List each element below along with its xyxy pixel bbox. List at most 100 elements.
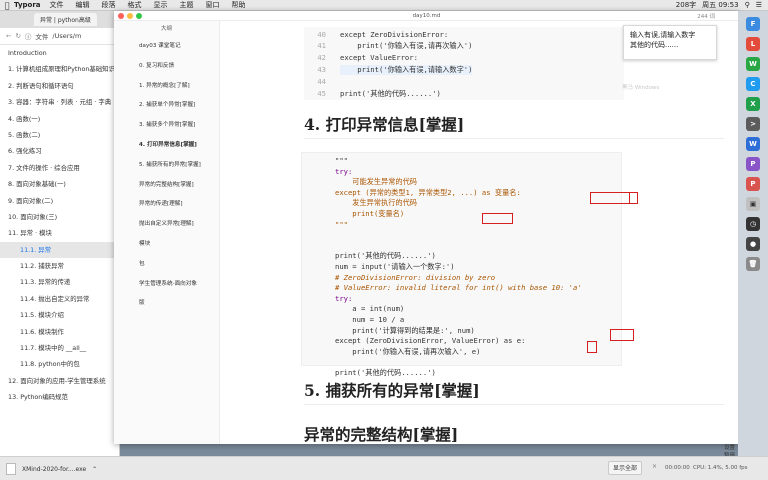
cpu-readout: CPU: 1.4%, 5.00 fps <box>693 465 748 471</box>
reload-icon[interactable]: ↻ <box>15 32 20 40</box>
toc-item[interactable]: 12. 面向对象的应用-学生管理系统 <box>0 373 119 389</box>
word-count[interactable]: 244 词 <box>697 12 715 20</box>
chevron-up-icon[interactable]: ⌃ <box>92 466 97 473</box>
toc-item[interactable]: 11.3. 异常的传递 <box>0 274 119 290</box>
heading-catch-all[interactable]: 5. 捕获所有的异常[掌握] <box>304 379 480 401</box>
code-line: except ZeroDivisionError: <box>340 30 449 39</box>
menu-theme[interactable]: 主题 <box>180 0 194 10</box>
toc-item[interactable]: 11. 异常 · 模块 <box>0 225 119 241</box>
outline-item[interactable]: 版 <box>114 294 219 314</box>
heading-full-structure[interactable]: 异常的完整结构[掌握] <box>304 423 458 444</box>
code-line: # ZeroDivisionError: division by zero <box>335 272 496 282</box>
chrome-icon[interactable]: C <box>746 77 760 91</box>
finder-icon[interactable]: F <box>746 17 760 31</box>
overlay-tooltip: 输入有误,请输入数字 其他的代码...... <box>623 25 717 60</box>
toc-item[interactable]: 11.8. python中的包 <box>0 356 119 372</box>
outline-item[interactable]: 1. 异常的概念[了解] <box>114 77 219 97</box>
toc-item[interactable]: 5. 函数(二) <box>0 127 119 143</box>
outline-item[interactable]: 2. 捕获单个异常[掌握] <box>114 96 219 116</box>
clock-app-icon[interactable]: ◷ <box>746 217 760 231</box>
toc-item[interactable]: 11.6. 模块制作 <box>0 324 119 340</box>
trash-icon[interactable]: 🗑 <box>746 257 760 271</box>
toc-item[interactable]: 4. 函数(一) <box>0 111 119 127</box>
toc-item[interactable]: 3. 容器：字符串 · 列表 · 元组 · 字典 <box>0 94 119 110</box>
menu-paragraph[interactable]: 段落 <box>102 0 116 10</box>
recording-time: 00:00:00 <box>665 465 690 471</box>
code-line: # ValueError: invalid literal for int() … <box>335 283 582 293</box>
code-line: except (异常的类型1, 异常类型2, ...) as 变量名: <box>335 187 521 197</box>
app-menu[interactable]: Typora <box>14 1 41 9</box>
tooltip-line: 其他的代码...... <box>630 41 679 49</box>
toc-item[interactable]: 11.2. 捕获异常 <box>0 258 119 274</box>
back-icon[interactable]: ← <box>6 32 11 40</box>
heading-divider <box>304 138 724 139</box>
outline-item[interactable]: 包 <box>114 255 219 275</box>
toc-item[interactable]: 1. 计算机组成原理和Python基础知识 <box>0 61 119 77</box>
toc-item[interactable]: 11.1. 异常 <box>0 241 119 259</box>
code-line: num = input('请输入一个数字:') <box>335 262 455 271</box>
outline-item[interactable]: 3. 捕获多个异常[掌握] <box>114 116 219 136</box>
download-bar: XMind-2020-for....exe ⌃ 显示全部 × 00:00:00 … <box>0 456 768 480</box>
menu-format[interactable]: 格式 <box>128 0 142 10</box>
download-item[interactable]: XMind-2020-for....exe ⌃ <box>6 463 97 475</box>
menu-window[interactable]: 窗口 <box>206 0 220 10</box>
code-line: try: <box>335 293 353 303</box>
download-filename[interactable]: XMind-2020-for....exe <box>22 466 86 473</box>
outline-item[interactable]: 异常的传递[理解] <box>114 195 219 215</box>
recorder-settings[interactable]: 设置 <box>724 444 735 452</box>
address-bar[interactable]: ← ↻ ⓘ 文件 /Users/m <box>0 28 119 45</box>
outline-item[interactable]: 模块 <box>114 235 219 255</box>
toc-item[interactable]: 8. 面向对象基础(一) <box>0 176 119 192</box>
pycharm-icon[interactable]: P <box>746 157 760 171</box>
code-line: print('其他的代码......') <box>335 251 436 261</box>
wechat-icon[interactable]: W <box>746 57 760 71</box>
outline-item[interactable]: 4. 打印异常信息[掌握] <box>114 136 219 156</box>
code-line: except ValueError: <box>340 53 418 62</box>
toc-item[interactable]: 11.7. 模块中的 __all__ <box>0 340 119 356</box>
menu-file[interactable]: 文件 <box>50 0 64 10</box>
excel-icon[interactable]: X <box>746 97 760 111</box>
toc-item[interactable]: 7. 文件的操作 · 综合应用 <box>0 160 119 176</box>
watermark: 黑马 Windows <box>622 85 660 91</box>
menu-edit[interactable]: 编辑 <box>76 0 90 10</box>
outline-item[interactable]: day03 课堂笔记 <box>114 37 219 57</box>
apple-icon[interactable]:  <box>0 1 14 10</box>
heading-print-exception[interactable]: 4. 打印异常信息[掌握] <box>304 113 464 135</box>
outline-item[interactable]: 异常的完整结构[掌握] <box>114 176 219 196</box>
terminal-icon[interactable]: > <box>746 117 760 131</box>
search-icon[interactable]: ⚲ <box>745 1 750 9</box>
menu-list-icon[interactable]: ☰ <box>756 1 762 9</box>
word-icon[interactable]: W <box>746 137 760 151</box>
toc-item[interactable]: 11.4. 抛出自定义的异常 <box>0 291 119 307</box>
toc-item[interactable]: 11.5. 模块介绍 <box>0 307 119 323</box>
toc-item[interactable]: Introduction <box>0 45 119 61</box>
toc-item[interactable]: 6. 强化练习 <box>0 143 119 159</box>
outline-item[interactable]: 0. 复习和反馈 <box>114 57 219 77</box>
clock[interactable]: 周五 09:53 <box>702 0 738 10</box>
code-block-main[interactable]: """ try: 可能发生异常的代码 except (异常的类型1, 异常类型2, … <box>301 152 622 377</box>
browser-tab[interactable]: 异常 | python高级 <box>34 13 97 26</box>
preview-icon[interactable]: ▣ <box>746 197 760 211</box>
outline-item[interactable]: 学生管理系统-面向对象 <box>114 275 219 295</box>
address-path[interactable]: /Users/m <box>52 32 81 40</box>
code-line: try: <box>335 166 353 176</box>
show-all-button[interactable]: 显示全部 <box>608 461 643 475</box>
launchpad-icon[interactable]: L <box>746 37 760 51</box>
code-block-top[interactable]: 40 41 42 43 44 45 except ZeroDivisionErr… <box>304 27 624 100</box>
toc-item[interactable]: 13. Python编码规范 <box>0 389 119 405</box>
code-line: """ <box>335 156 348 165</box>
code-line: except (ZeroDivisionError, ValueError) a… <box>335 336 526 346</box>
close-icon[interactable]: × <box>652 463 657 470</box>
powerpoint-icon[interactable]: P <box>746 177 760 191</box>
mac-menubar:  Typora 文件 编辑 段落 格式 显示 主题 窗口 帮助 208字 周五… <box>0 0 768 11</box>
menu-help[interactable]: 帮助 <box>232 0 246 10</box>
file-icon <box>6 463 16 475</box>
outline-item[interactable]: 5. 捕获所有的异常[掌握] <box>114 156 219 176</box>
outline-item[interactable]: 抛出自定义异常[理解] <box>114 215 219 235</box>
screen-record-icon[interactable]: ● <box>746 237 760 251</box>
menu-view[interactable]: 显示 <box>154 0 168 10</box>
toc-item[interactable]: 10. 面向对象(三) <box>0 209 119 225</box>
toc-item[interactable]: 9. 面向对象(二) <box>0 193 119 209</box>
toc-item[interactable]: 2. 判断语句和循环语句 <box>0 78 119 94</box>
editor-area[interactable]: 40 41 42 43 44 45 except ZeroDivisionErr… <box>220 21 739 444</box>
